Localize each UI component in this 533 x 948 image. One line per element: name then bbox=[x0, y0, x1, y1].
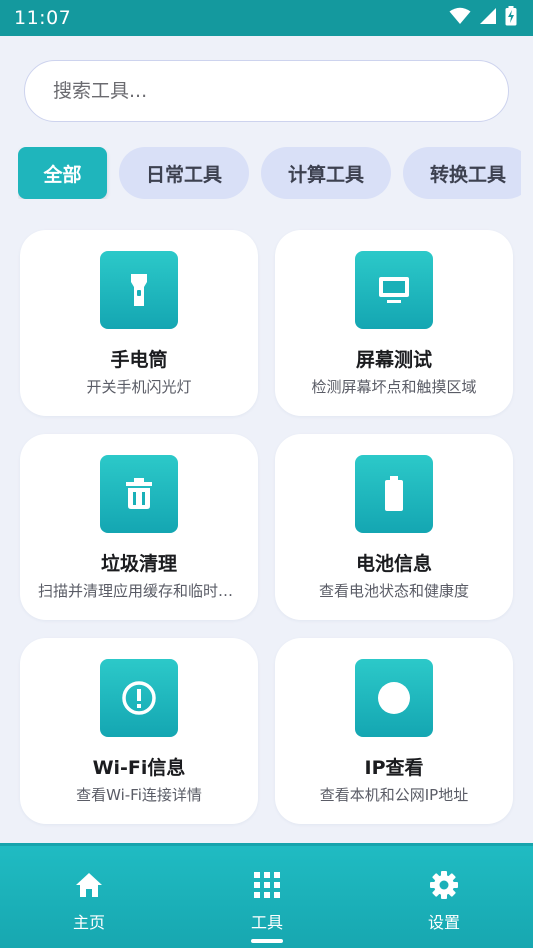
tool-title: 手电筒 bbox=[110, 349, 168, 371]
nav-settings[interactable]: 设置 bbox=[384, 843, 504, 948]
chip-convert-tools[interactable]: 转换工具 bbox=[403, 147, 521, 199]
status-icons bbox=[449, 6, 517, 30]
tool-title: 垃圾清理 bbox=[100, 553, 177, 575]
chip-all[interactable]: 全部 bbox=[18, 147, 107, 199]
battery-charging-icon bbox=[505, 6, 517, 30]
tool-description: 查看电池状态和健康度 bbox=[318, 582, 469, 600]
category-tabs: 全部 日常工具 计算工具 转换工具 bbox=[18, 147, 521, 199]
tool-description: 扫描并清理应用缓存和临时文件 bbox=[38, 582, 240, 600]
battery-icon bbox=[355, 455, 433, 533]
status-time: 11:07 bbox=[14, 7, 72, 29]
home-icon bbox=[75, 871, 103, 899]
search-input[interactable] bbox=[53, 80, 508, 102]
signal-icon bbox=[479, 7, 497, 29]
grid-icon bbox=[254, 871, 280, 899]
tool-card-flashlight[interactable]: 手电筒 开关手机闪光灯 bbox=[20, 230, 258, 416]
circle-icon bbox=[355, 659, 433, 737]
info-icon bbox=[100, 659, 178, 737]
search-bar[interactable] bbox=[24, 60, 509, 122]
tool-title: 电池信息 bbox=[355, 553, 432, 575]
nav-tools[interactable]: 工具 bbox=[207, 843, 327, 948]
bottom-navigation: 主页 工具 设置 bbox=[0, 843, 533, 948]
tool-card-junk-cleaner[interactable]: 垃圾清理 扫描并清理应用缓存和临时文件 bbox=[20, 434, 258, 620]
chip-label: 转换工具 bbox=[429, 163, 506, 186]
nav-label: 工具 bbox=[250, 913, 283, 932]
flashlight-icon bbox=[100, 251, 178, 329]
tool-description: 查看Wi-Fi连接详情 bbox=[76, 786, 202, 804]
nav-label: 主页 bbox=[72, 913, 105, 932]
gear-icon bbox=[429, 871, 459, 899]
tool-description: 开关手机闪光灯 bbox=[86, 378, 192, 396]
chip-label: 计算工具 bbox=[287, 163, 364, 186]
chip-calc-tools[interactable]: 计算工具 bbox=[261, 147, 391, 199]
wifi-icon bbox=[449, 7, 471, 29]
tool-card-battery-info[interactable]: 电池信息 查看电池状态和健康度 bbox=[275, 434, 513, 620]
chip-label: 全部 bbox=[43, 163, 82, 186]
trash-icon bbox=[100, 455, 178, 533]
monitor-icon bbox=[355, 251, 433, 329]
status-bar: 11:07 bbox=[0, 0, 533, 36]
tool-title: Wi-Fi信息 bbox=[92, 757, 186, 779]
tool-description: 查看本机和公网IP地址 bbox=[319, 786, 469, 804]
chip-daily-tools[interactable]: 日常工具 bbox=[119, 147, 249, 199]
tool-description: 检测屏幕坏点和触摸区域 bbox=[311, 378, 477, 396]
tool-card-wifi-info[interactable]: Wi-Fi信息 查看Wi-Fi连接详情 bbox=[20, 638, 258, 824]
tool-card-screen-test[interactable]: 屏幕测试 检测屏幕坏点和触摸区域 bbox=[275, 230, 513, 416]
chip-label: 日常工具 bbox=[145, 163, 222, 186]
nav-home[interactable]: 主页 bbox=[29, 843, 149, 948]
nav-label: 设置 bbox=[427, 913, 460, 932]
tool-card-ip-lookup[interactable]: IP查看 查看本机和公网IP地址 bbox=[275, 638, 513, 824]
tool-title: IP查看 bbox=[364, 757, 424, 779]
active-tab-indicator bbox=[251, 939, 283, 943]
tool-title: 屏幕测试 bbox=[355, 349, 432, 371]
